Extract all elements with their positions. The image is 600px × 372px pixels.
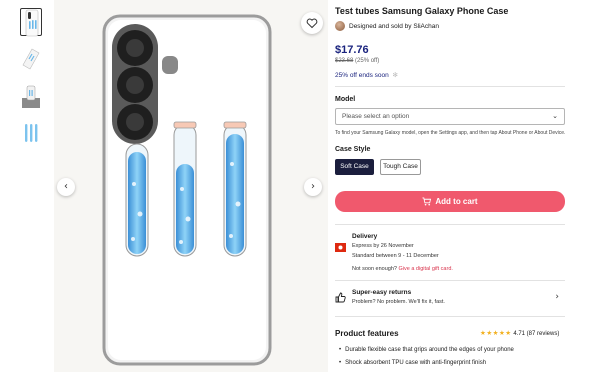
divider: [335, 224, 565, 225]
delivery-express: Express by 26 November: [352, 243, 414, 249]
original-price: $23.68: [335, 58, 354, 64]
add-to-cart-label: Add to cart: [435, 197, 478, 206]
seller-text[interactable]: Designed and sold by SliAchan: [349, 23, 439, 30]
delivery-standard: Standard between 9 - 11 December: [352, 253, 439, 259]
product-gallery: ‹ ›: [54, 0, 328, 372]
price: $17.76: [335, 44, 369, 56]
style-soft-case-button[interactable]: Soft Case: [335, 159, 374, 175]
cart-icon: [422, 197, 432, 206]
sale-countdown: 25% off ends soon ✻: [335, 71, 398, 79]
product-features-title: Product features: [335, 329, 399, 338]
returns-subtitle: Problem? No problem. We'll fix it, fast.: [352, 299, 445, 305]
star-rating-icon: ★★★★★: [480, 329, 512, 337]
thumbnail-case-front[interactable]: [20, 8, 42, 37]
model-select-value: Please select an option: [342, 113, 410, 120]
thumbnail-list: [20, 8, 44, 156]
model-select[interactable]: Please select an option ⌄: [335, 108, 565, 125]
model-label: Model: [335, 96, 356, 103]
divider: [335, 316, 565, 317]
sale-text: 25% off ends soon: [335, 72, 389, 79]
chevron-left-icon: ‹: [64, 181, 68, 192]
chevron-down-icon: ⌄: [552, 112, 558, 120]
gift-card-link[interactable]: Give a digital gift card.: [399, 266, 453, 272]
thumbnail-case-angle[interactable]: [20, 45, 42, 73]
not-soon-text: Not soon enough?: [352, 266, 397, 272]
gift-line: Not soon enough? Give a digital gift car…: [352, 266, 453, 272]
favorite-button[interactable]: [301, 12, 323, 34]
thumbnail-design[interactable]: [20, 119, 42, 147]
add-to-cart-button[interactable]: Add to cart: [335, 191, 565, 212]
phone-case-image: [102, 14, 272, 366]
case-style-label: Case Style: [335, 146, 371, 153]
thumbnail-case-lifestyle[interactable]: [20, 82, 42, 110]
rating-value: 4.71: [513, 331, 525, 337]
flag-icon: [335, 243, 346, 252]
divider: [335, 280, 565, 281]
heart-icon: [306, 18, 318, 29]
feature-item: Shock absorbent TPU case with anti-finge…: [339, 360, 486, 366]
style-tough-case-button[interactable]: Tough Case: [380, 159, 421, 175]
gallery-prev-button[interactable]: ‹: [57, 178, 75, 196]
original-price-line: $23.68 (25% off): [335, 58, 379, 64]
product-title: Test tubes Samsung Galaxy Phone Case: [335, 6, 509, 16]
loading-icon: ✻: [392, 72, 398, 79]
review-count: (87 reviews): [526, 331, 560, 337]
rating-summary[interactable]: ★★★★★ 4.71 (87 reviews): [480, 329, 559, 337]
discount-text: (25% off): [355, 58, 380, 64]
divider: [335, 86, 565, 87]
chevron-right-icon: ›: [311, 181, 315, 192]
avatar[interactable]: [335, 21, 345, 31]
returns-title: Super-easy returns: [352, 289, 412, 296]
delivery-title: Delivery: [352, 233, 378, 240]
returns-row[interactable]: Super-easy returns Problem? No problem. …: [335, 287, 565, 311]
chevron-right-icon: ›: [555, 292, 559, 302]
gallery-next-button[interactable]: ›: [304, 178, 322, 196]
feature-item: Durable flexible case that grips around …: [339, 347, 514, 353]
seller-info: Designed and sold by SliAchan: [335, 21, 439, 31]
model-hint: To find your Samsung Galaxy model, open …: [335, 130, 566, 136]
thumbs-up-icon: [335, 292, 346, 303]
